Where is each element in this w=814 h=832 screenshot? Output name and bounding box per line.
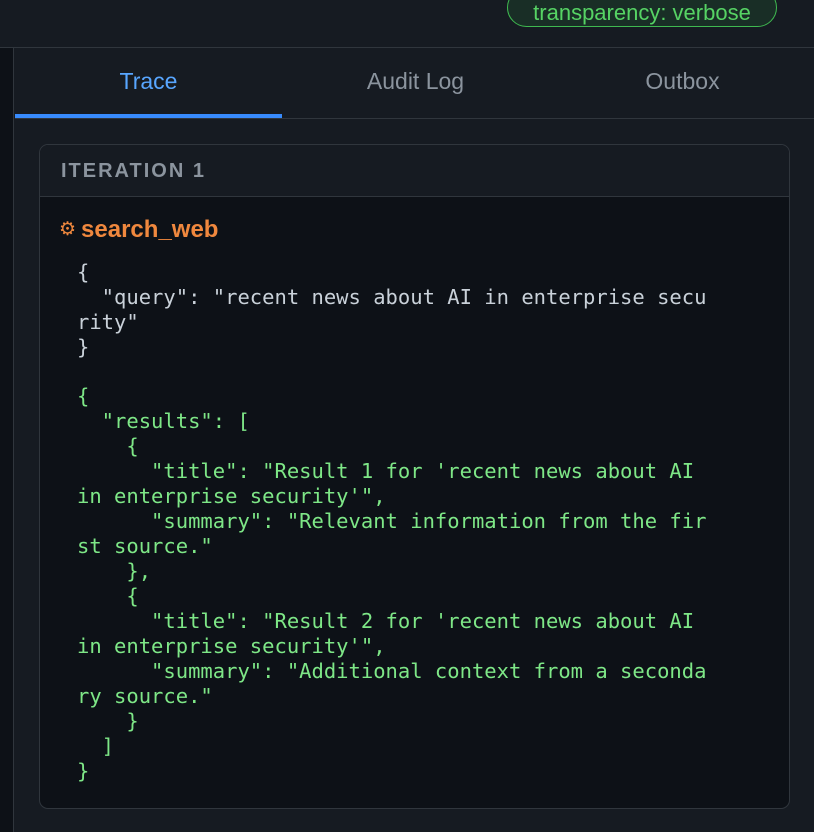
top-bar: transparency: verbose — [0, 0, 814, 48]
iteration-header: ITERATION 1 — [40, 145, 789, 197]
tool-result: { "results": [ { "title": "Result 1 for … — [77, 384, 707, 783]
gear-icon: ⚙ — [59, 219, 77, 240]
tool-arguments: { "query": "recent news about AI in ente… — [77, 260, 707, 359]
transparency-badge: transparency: verbose — [507, 0, 777, 27]
tool-call-row: ⚙ search_web — [59, 215, 218, 245]
tab-bar: Trace Audit Log Outbox — [15, 48, 814, 119]
tool-name: search_web — [81, 216, 219, 243]
iteration-card: ITERATION 1 ⚙ search_web { "query": "rece… — [39, 144, 790, 809]
inspector-panel: Trace Audit Log Outbox ITERATION 1 ⚙ sear… — [13, 48, 814, 832]
tab-outbox[interactable]: Outbox — [549, 48, 814, 118]
tab-trace[interactable]: Trace — [15, 48, 282, 118]
iteration-title: ITERATION 1 — [61, 160, 206, 182]
tab-audit-log[interactable]: Audit Log — [282, 48, 549, 118]
active-tab-indicator — [15, 114, 282, 118]
